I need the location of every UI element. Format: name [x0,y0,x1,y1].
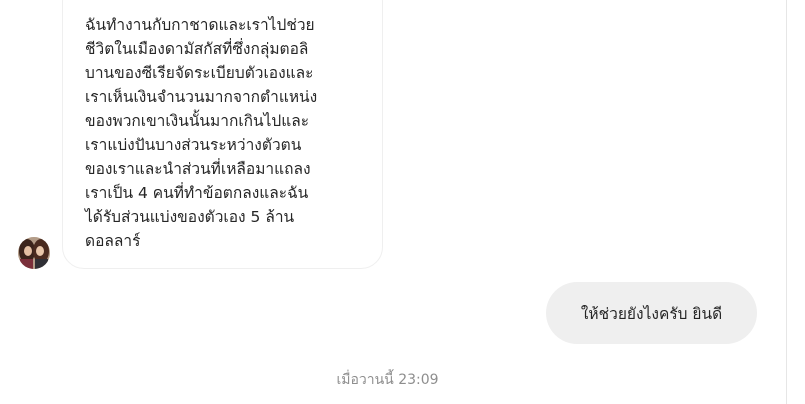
outgoing-message-text: ให้ช่วยยังไงครับ ยินดี [580,304,723,323]
incoming-message-text: ฉันทำงานกับกาชาดและเราไปช่วย ชีวิตในเมือ… [85,16,318,250]
chat-thread: ฉันทำงานกับกาชาดและเราไปช่วย ชีวิตในเมือ… [0,0,805,404]
message-timestamp: เมื่อวานนี้ 23:09 [336,372,439,388]
outgoing-message-bubble[interactable]: ให้ช่วยยังไงครับ ยินดี [546,282,757,344]
incoming-message-bubble[interactable]: ฉันทำงานกับกาชาดและเราไปช่วย ชีวิตในเมือ… [62,0,383,269]
sender-avatar[interactable] [18,237,50,269]
scrollbar-track[interactable] [786,0,805,404]
avatar-photo [18,237,50,269]
